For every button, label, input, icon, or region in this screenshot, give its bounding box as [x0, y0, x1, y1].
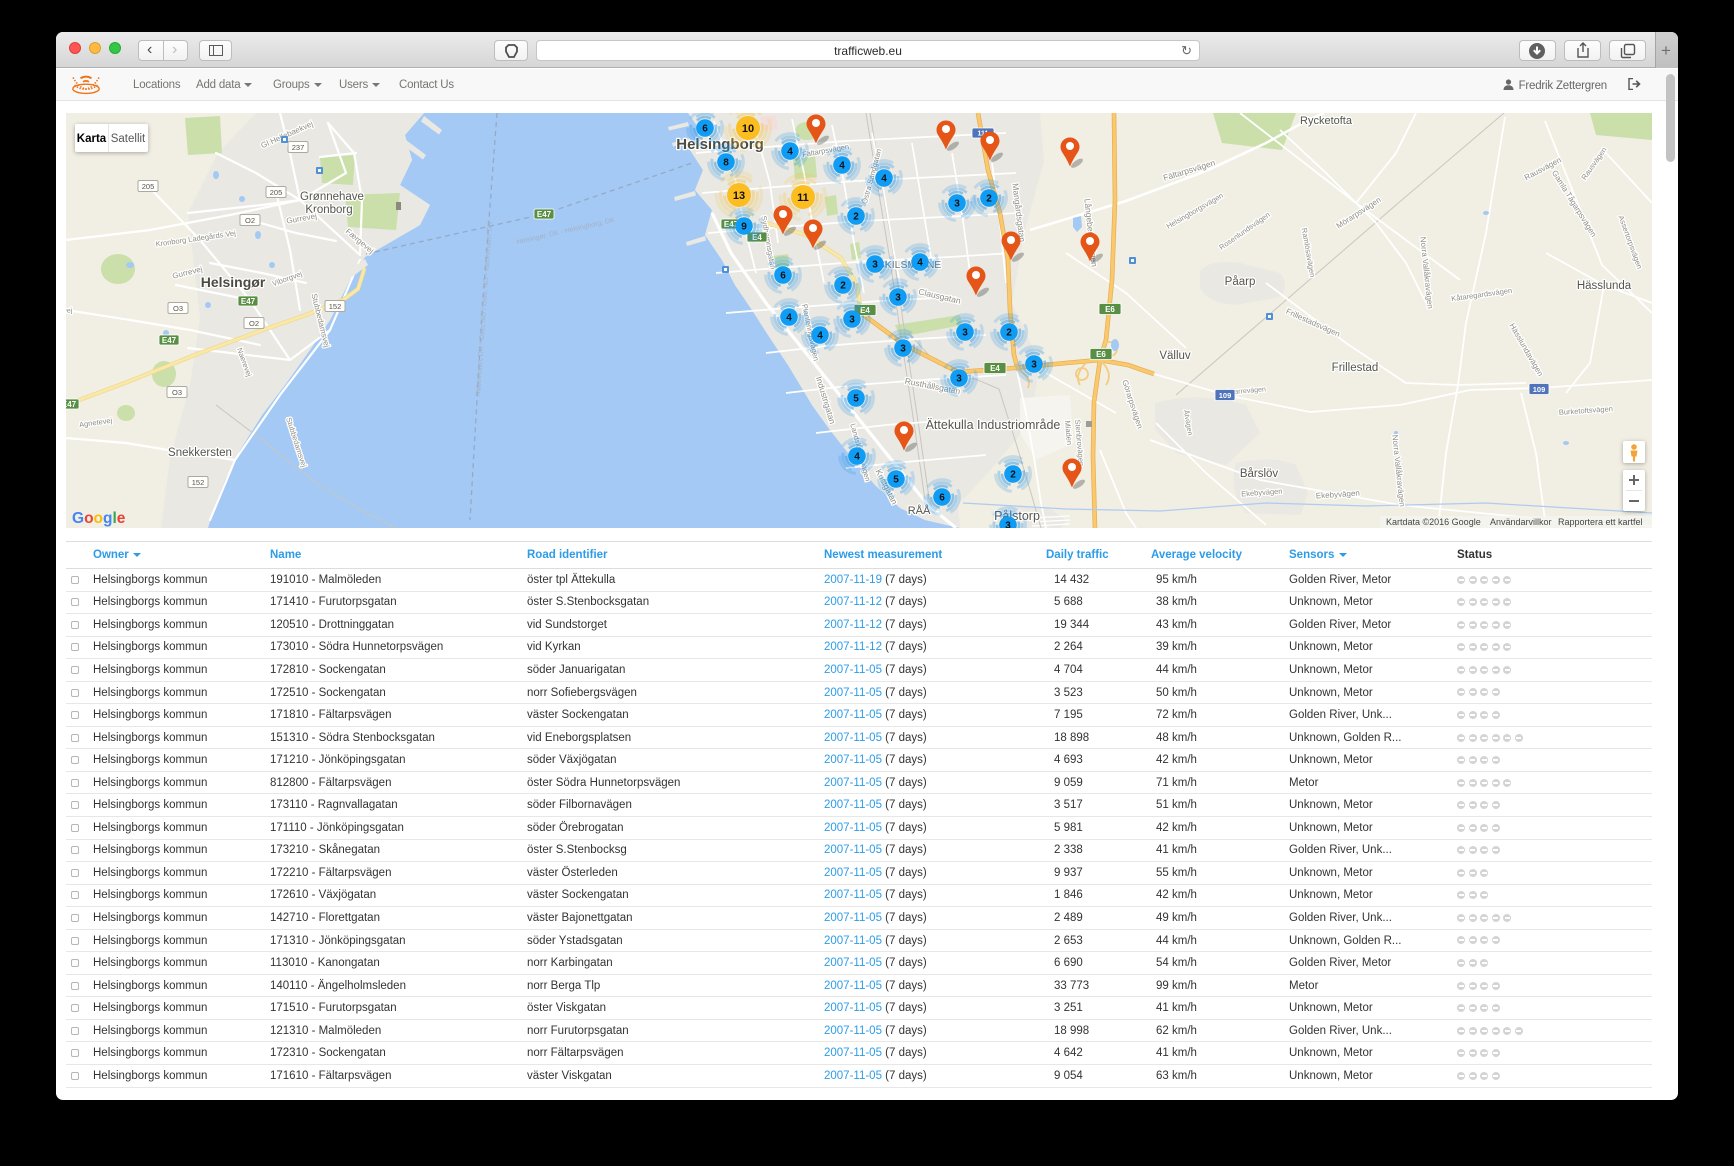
svg-text:6: 6: [780, 271, 786, 282]
svg-text:3: 3: [1031, 360, 1037, 371]
svg-text:E6: E6: [1105, 305, 1115, 314]
svg-text:3: 3: [956, 374, 962, 385]
svg-text:4: 4: [786, 313, 792, 324]
svg-text:4: 4: [917, 258, 923, 269]
svg-text:Satellit: Satellit: [111, 133, 146, 145]
svg-text:2: 2: [1006, 328, 1012, 339]
svg-text:2: 2: [1010, 470, 1016, 481]
svg-text:3: 3: [900, 344, 906, 355]
svg-text:Kartdata ©2016 Google: Kartdata ©2016 Google: [1386, 517, 1481, 527]
svg-text:Google: Google: [72, 510, 126, 527]
svg-text:3: 3: [895, 293, 901, 304]
svg-text:205: 205: [270, 188, 283, 197]
svg-text:Frillestad: Frillestad: [1332, 362, 1379, 374]
svg-text:4: 4: [817, 331, 823, 342]
svg-text:3: 3: [872, 260, 878, 271]
svg-text:10: 10: [742, 123, 754, 135]
svg-text:E47: E47: [241, 297, 256, 306]
svg-text:Ättekulla Industriområde: Ättekulla Industriområde: [926, 418, 1061, 432]
svg-text:6: 6: [702, 124, 708, 135]
svg-text:Helsingør: Helsingør: [201, 274, 266, 290]
svg-text:5: 5: [893, 475, 899, 486]
svg-text:3: 3: [849, 315, 855, 326]
svg-text:Snekkersten: Snekkersten: [168, 447, 232, 459]
svg-text:Karta: Karta: [77, 133, 107, 145]
svg-text:3: 3: [1005, 521, 1011, 529]
svg-text:2: 2: [986, 194, 992, 205]
svg-text:4: 4: [839, 161, 845, 172]
svg-text:4: 4: [854, 452, 860, 463]
svg-text:237: 237: [292, 143, 305, 152]
svg-text:Välluv: Välluv: [1159, 350, 1191, 362]
svg-text:E47: E47: [66, 400, 77, 409]
svg-text:Grønnehave: Grønnehave: [300, 191, 364, 203]
svg-text:8: 8: [723, 158, 729, 169]
svg-text:13: 13: [733, 190, 745, 202]
svg-text:6: 6: [939, 493, 945, 504]
svg-text:Användarvillkor: Användarvillkor: [1490, 517, 1552, 527]
svg-text:109: 109: [1219, 391, 1232, 400]
svg-text:O2: O2: [249, 319, 259, 328]
svg-text:E47: E47: [162, 336, 177, 345]
svg-text:Bårslöv: Bårslöv: [1240, 468, 1279, 480]
svg-text:Rapportera ett kartfel: Rapportera ett kartfel: [1558, 517, 1643, 527]
svg-text:2: 2: [853, 212, 859, 223]
svg-text:109: 109: [1533, 385, 1546, 394]
svg-text:Hässlunda: Hässlunda: [1577, 280, 1632, 292]
svg-text:O2: O2: [245, 216, 255, 225]
svg-text:E4: E4: [990, 364, 1000, 373]
svg-text:4: 4: [881, 174, 887, 185]
svg-text:avej: avej: [66, 307, 73, 315]
svg-text:Rycketofta: Rycketofta: [1300, 115, 1353, 127]
svg-text:E6: E6: [1096, 350, 1106, 359]
svg-text:E47: E47: [537, 210, 552, 219]
svg-text:Påarp: Påarp: [1225, 276, 1256, 288]
svg-text:O3: O3: [172, 388, 182, 397]
svg-text:5: 5: [853, 394, 859, 405]
svg-text:4: 4: [787, 147, 793, 158]
svg-text:3: 3: [954, 199, 960, 210]
svg-text:152: 152: [192, 478, 205, 487]
svg-text:3: 3: [962, 328, 968, 339]
svg-text:O3: O3: [173, 304, 183, 313]
svg-text:152: 152: [329, 302, 342, 311]
svg-text:11: 11: [797, 192, 809, 204]
svg-text:205: 205: [142, 182, 155, 191]
svg-text:2: 2: [840, 281, 846, 292]
svg-text:9: 9: [741, 222, 747, 233]
